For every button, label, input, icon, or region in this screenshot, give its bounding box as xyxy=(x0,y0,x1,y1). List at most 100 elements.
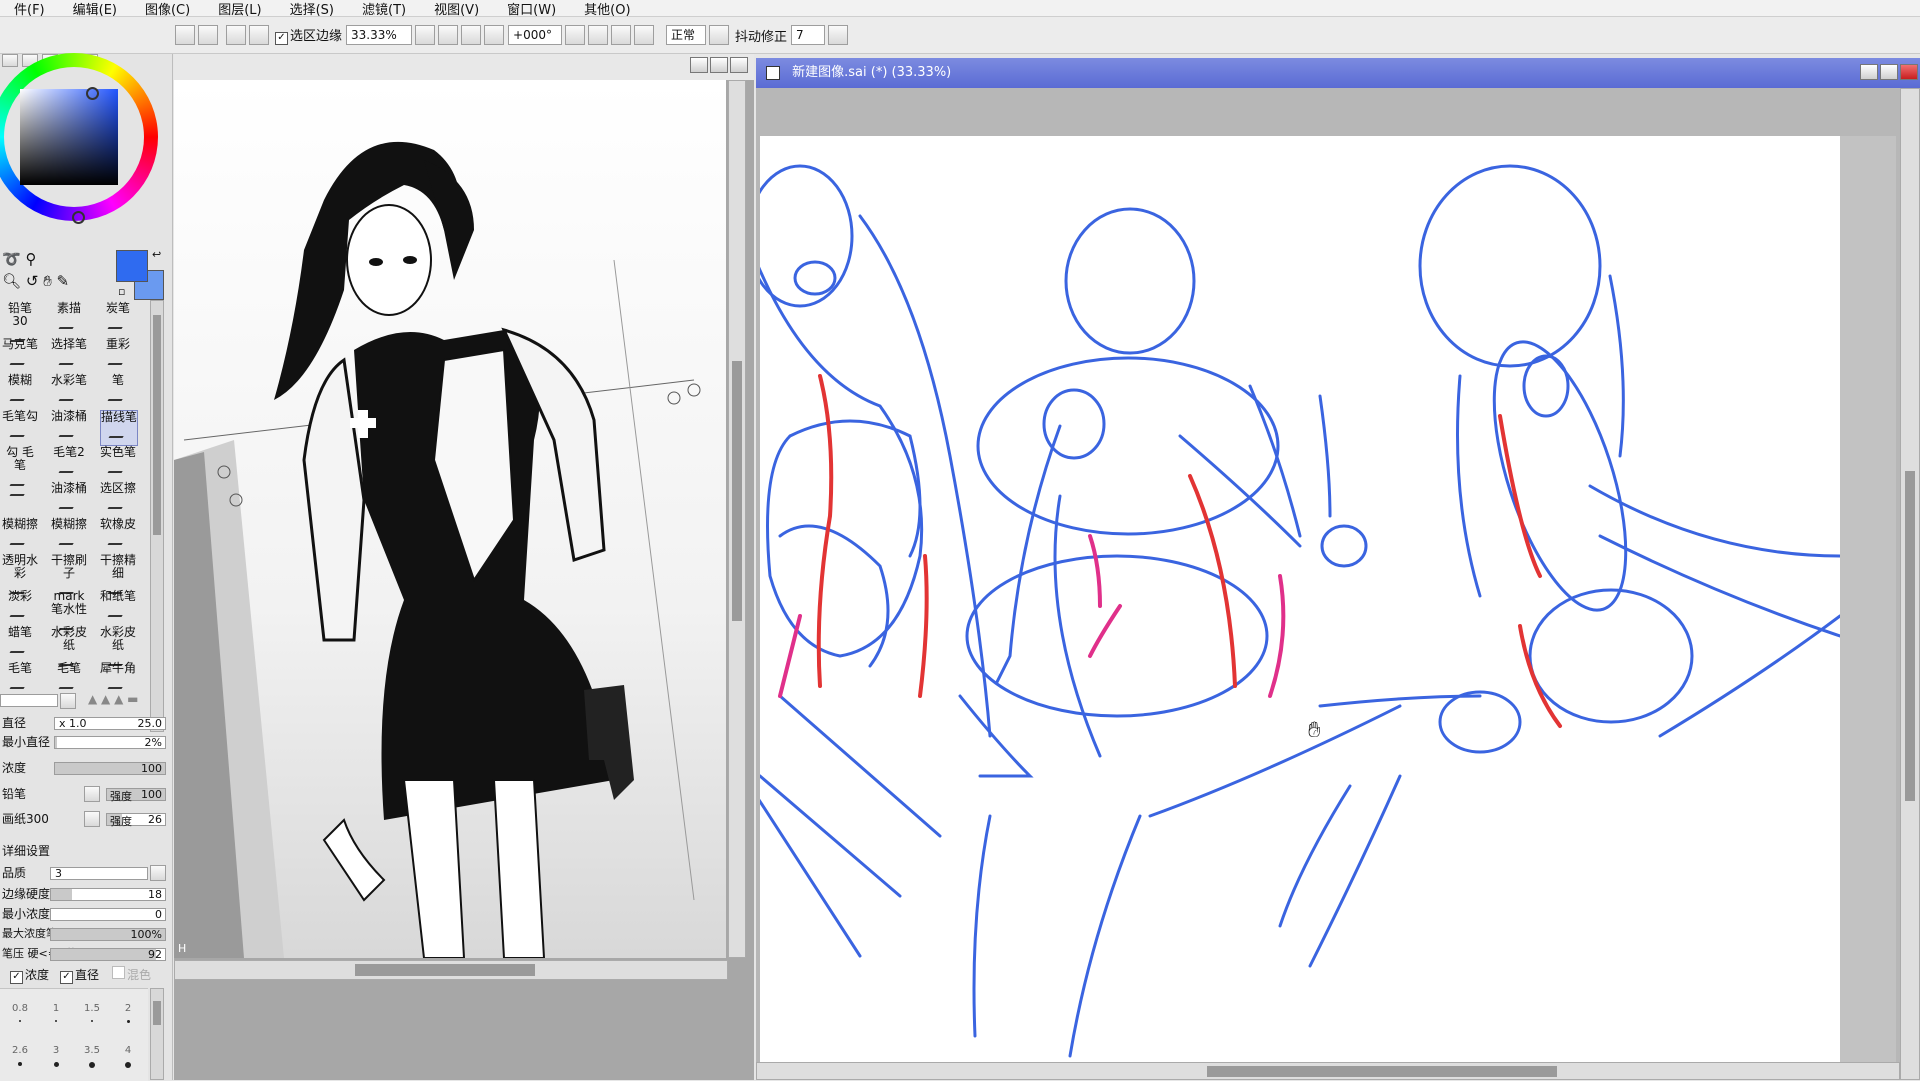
brush-shape-field[interactable] xyxy=(0,694,58,707)
density-pressure-check[interactable]: ✓ 浓度 xyxy=(10,966,49,984)
texture-strength-slider[interactable]: 强度 26 xyxy=(106,813,166,828)
rotate-left-button[interactable] xyxy=(588,25,609,45)
brush-slot[interactable]: 水彩笔 xyxy=(51,374,87,408)
min-density-slider[interactable]: 0 xyxy=(50,908,166,921)
brush-slot[interactable]: 选区擦 xyxy=(100,482,136,516)
zoom-reset-button[interactable] xyxy=(484,25,505,45)
invert-selection-button[interactable] xyxy=(249,25,269,45)
brush-slot[interactable]: 马克笔 xyxy=(2,338,38,372)
rotate-right-button[interactable] xyxy=(611,25,632,45)
redo-button[interactable] xyxy=(198,25,218,45)
brush-slot[interactable]: 素描 xyxy=(51,302,87,336)
menu-item-1[interactable]: 编辑(E) xyxy=(59,0,131,18)
size-slider[interactable]: x 1.0 25.0 xyxy=(54,717,166,730)
brush-slot[interactable]: 选择笔 xyxy=(51,338,87,372)
dot-size-option[interactable]: 3.5 xyxy=(74,1045,110,1068)
brush-slot[interactable]: 模糊擦 xyxy=(2,518,38,552)
brush-slot[interactable]: 模糊擦 xyxy=(51,518,87,552)
preset-dropdown-button[interactable] xyxy=(60,693,76,709)
zoom-field[interactable]: 33.33% xyxy=(346,25,413,45)
brush-slot[interactable] xyxy=(2,482,38,516)
dot-size-option[interactable]: 1.5 xyxy=(74,1003,110,1022)
dot-size-option[interactable]: 4 xyxy=(110,1045,146,1068)
brush-slot[interactable]: 炭笔 xyxy=(100,302,136,336)
minimize-button[interactable] xyxy=(690,57,708,73)
zoom-dropdown-button[interactable] xyxy=(415,25,436,45)
hard-soft-slider[interactable]: 92 xyxy=(50,948,166,961)
menu-item-4[interactable]: 选择(S) xyxy=(276,0,348,18)
brush-slot[interactable]: 透明水彩 xyxy=(2,554,38,594)
brush-slot[interactable]: 毛笔2 xyxy=(51,446,87,480)
drawing-canvas[interactable]: ✋︎ xyxy=(760,136,1840,1080)
brush-slot[interactable]: 软橡皮 xyxy=(100,518,136,552)
quality-dropdown-button[interactable] xyxy=(150,865,166,881)
zoom-out-button[interactable] xyxy=(438,25,459,45)
size-pressure-check[interactable]: ✓ 直径 xyxy=(60,966,99,984)
menu-item-8[interactable]: 其他(O) xyxy=(570,0,644,18)
transparent-color-icon[interactable]: ▫ xyxy=(118,285,125,298)
color-wheel-tab[interactable] xyxy=(2,54,18,67)
brush-slot[interactable]: 勾 毛笔 xyxy=(2,446,38,486)
stabilizer-select[interactable]: 7 xyxy=(791,25,826,45)
stabilizer-dropdown-button[interactable] xyxy=(828,25,849,45)
menu-item-5[interactable]: 滤镜(T) xyxy=(348,0,420,18)
lasso-icon[interactable]: ➰ xyxy=(2,250,21,268)
reference-hscrollbar[interactable] xyxy=(174,960,728,980)
blend-pressure-check[interactable]: 混色 xyxy=(112,966,151,983)
brush-slot[interactable]: 毛笔 xyxy=(51,662,87,696)
eyedropper-icon[interactable]: ✎ xyxy=(57,272,70,290)
brush-slot[interactable]: mark笔水性 xyxy=(51,590,87,630)
brush-slot[interactable]: 淡彩 xyxy=(2,590,38,624)
color-marker[interactable] xyxy=(72,211,85,224)
canvas-vscrollbar[interactable] xyxy=(1900,88,1920,1080)
shape-dropdown-button[interactable] xyxy=(84,786,100,802)
dot-size-option[interactable]: 2 xyxy=(110,1003,146,1023)
maximize-button[interactable] xyxy=(710,57,728,73)
deselect-button[interactable] xyxy=(226,25,246,45)
max-pressure-slider[interactable]: 100% xyxy=(50,928,166,941)
density-slider[interactable]: 100 xyxy=(54,762,166,775)
brush-slot[interactable]: 油漆桶 xyxy=(51,410,87,444)
rotate-icon[interactable]: ↺ xyxy=(26,272,39,290)
brush-slot[interactable]: 油漆桶 xyxy=(51,482,87,516)
brush-slot[interactable]: 干擦刷子 xyxy=(51,554,87,594)
saturation-value-square[interactable] xyxy=(20,89,118,185)
brush-slot[interactable]: 犀牛角 xyxy=(100,662,136,696)
magic-wand-icon[interactable]: ⚲ xyxy=(25,250,36,268)
brush-slot[interactable]: 蜡笔 xyxy=(2,626,38,660)
brush-slot[interactable]: 水彩皮纸 xyxy=(51,626,87,666)
brush-slot[interactable]: 铅笔30 xyxy=(2,302,38,342)
brush-scrollbar[interactable] xyxy=(150,300,164,732)
canvas-hscrollbar[interactable] xyxy=(756,1062,1900,1080)
rotation-field[interactable]: +000° xyxy=(508,25,563,45)
brush-slot[interactable]: 毛笔勾 xyxy=(2,410,38,444)
dot-size-option[interactable]: 1 xyxy=(38,1003,74,1022)
menu-item-6[interactable]: 视图(V) xyxy=(420,0,493,18)
blend-mode-select[interactable]: 正常 xyxy=(666,25,707,45)
shape-strength-slider[interactable]: 强度 100 xyxy=(106,788,166,803)
selection-edge-toggle[interactable]: ✓ 选区边缘 xyxy=(275,25,342,45)
size-multiplier[interactable]: x 1.0 xyxy=(59,717,87,730)
brush-slot[interactable]: 毛笔 xyxy=(2,662,38,696)
texture-dropdown-button[interactable] xyxy=(84,811,100,827)
menu-item-0[interactable]: 件(F) xyxy=(0,0,59,18)
brush-slot[interactable]: 笔 xyxy=(100,374,136,408)
dot-size-option[interactable]: 3 xyxy=(38,1045,74,1067)
zoom-icon[interactable]: 🔍︎ xyxy=(2,272,21,290)
hue-marker[interactable] xyxy=(86,87,99,100)
brush-slot[interactable]: 水彩皮纸 xyxy=(100,626,136,666)
primary-color-swatch[interactable] xyxy=(116,250,148,282)
hand-icon[interactable]: ✋︎ xyxy=(43,272,52,290)
brush-slot[interactable]: 和纸笔 xyxy=(100,590,136,624)
quality-select[interactable]: 3 xyxy=(50,867,148,880)
close-button[interactable] xyxy=(1900,64,1918,80)
brush-slot[interactable]: 重彩 xyxy=(100,338,136,372)
maximize-button[interactable] xyxy=(1880,64,1898,80)
brush-slot[interactable]: 模糊 xyxy=(2,374,38,408)
reference-vscrollbar[interactable] xyxy=(728,80,746,958)
flip-button[interactable] xyxy=(709,25,730,45)
reference-image[interactable]: H xyxy=(174,80,726,958)
brush-slot[interactable]: 描线笔 xyxy=(100,410,138,446)
advanced-settings-header[interactable]: 详细设置 xyxy=(0,842,172,862)
zoom-in-button[interactable] xyxy=(461,25,482,45)
